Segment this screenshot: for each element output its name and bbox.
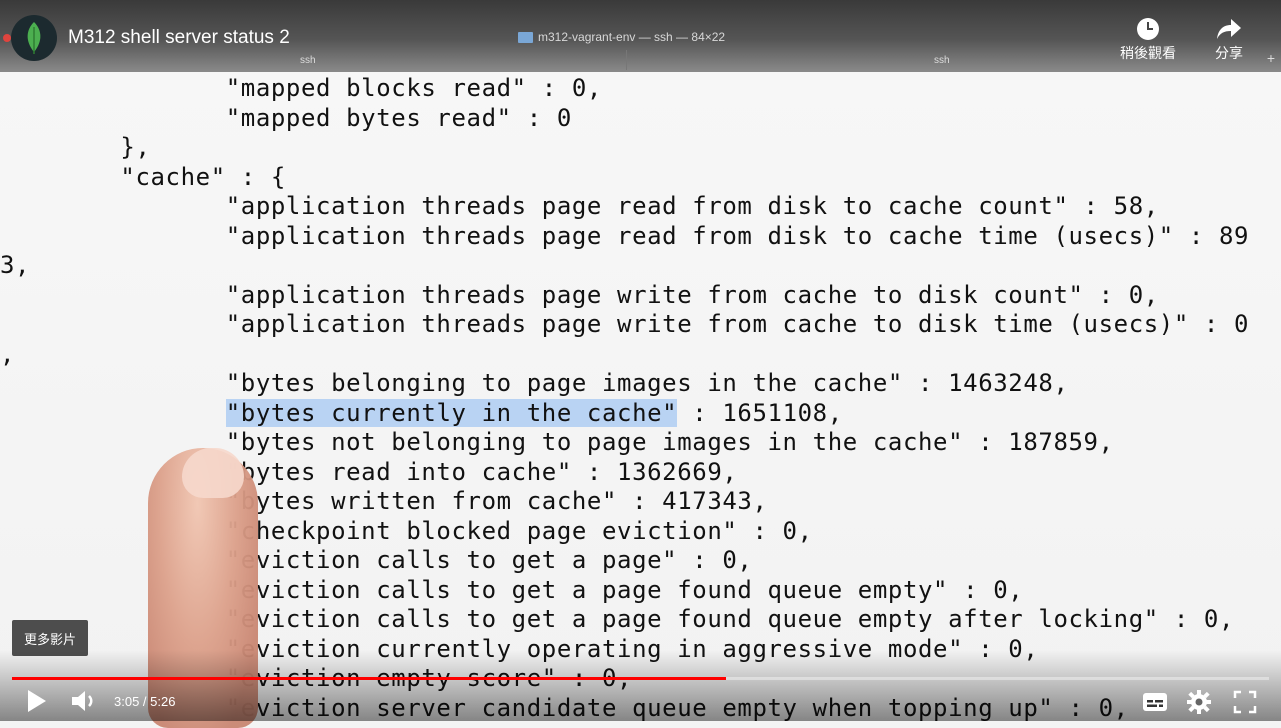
time-separator: / (139, 694, 151, 709)
terminal-line: "bytes written from cache" : 417343, (0, 487, 768, 515)
presenter-fingernail (182, 448, 244, 498)
subtitles-button[interactable] (1142, 692, 1168, 717)
controls-gradient (0, 650, 1281, 721)
volume-icon (72, 691, 93, 711)
tab-ssh-1[interactable]: ssh (300, 55, 316, 66)
terminal-line: "application threads page write from cac… (0, 280, 1159, 309)
leaf-logo-icon (27, 22, 41, 54)
gear-icon (1187, 690, 1211, 714)
tab-divider (626, 50, 627, 70)
terminal-line: "bytes read into cache" : 1362669, (0, 457, 738, 486)
terminal-line: "bytes currently in the cache" : 1651108… (225, 398, 843, 427)
terminal-line: "mapped bytes read" : 0 (0, 103, 572, 132)
time-display: 3:05 / 5:26 (114, 694, 175, 709)
share-arrow-icon (1206, 15, 1252, 43)
volume-button[interactable] (70, 688, 98, 719)
subtitles-icon (1143, 693, 1167, 711)
terminal-window-title-text: m312-vagrant-env — ssh — 84×22 (538, 30, 726, 44)
progress-bar[interactable] (12, 677, 1269, 680)
window-close-dot[interactable] (3, 34, 11, 42)
channel-avatar[interactable] (11, 15, 57, 61)
terminal-line: "bytes not belonging to page images in t… (0, 428, 1114, 456)
fullscreen-icon (1233, 690, 1257, 714)
play-button[interactable] (26, 688, 48, 719)
share-label: 分享 (1215, 45, 1243, 61)
terminal-line: "application threads page read from disk… (0, 221, 1250, 250)
terminal-line: "bytes belonging to page images in the c… (0, 369, 1069, 397)
watch-later-label: 稍後觀看 (1120, 45, 1176, 61)
terminal-line: , (0, 339, 16, 368)
selected-text: "bytes currently in the cache" (225, 398, 678, 427)
more-videos-button[interactable]: 更多影片 (12, 620, 88, 656)
watch-later-button[interactable]: 稍後觀看 (1116, 15, 1180, 63)
fullscreen-button[interactable] (1233, 690, 1257, 719)
terminal-line: "eviction calls to get a page" : 0, (0, 546, 753, 574)
play-icon (28, 690, 46, 712)
terminal-window-title: m312-vagrant-env — ssh — 84×22 (518, 30, 725, 44)
time-total: 5:26 (150, 694, 176, 709)
terminal-line: "application threads page write from cac… (0, 310, 1250, 338)
new-tab-plus-icon[interactable]: + (1267, 50, 1275, 66)
terminal-line: "checkpoint blocked page eviction" : 0, (0, 516, 813, 545)
terminal-line: "mapped blocks read" : 0, (0, 74, 602, 102)
video-title[interactable]: M312 shell server status 2 (68, 27, 290, 49)
progress-bar-played (12, 677, 726, 680)
terminal-line: "cache" : { (0, 162, 286, 191)
folder-icon (518, 31, 533, 43)
time-current: 3:05 (114, 694, 140, 709)
tab-ssh-2[interactable]: ssh (934, 55, 950, 66)
share-button[interactable]: 分享 (1206, 15, 1252, 63)
settings-button[interactable] (1187, 690, 1211, 719)
terminal-line: "application threads page read from disk… (0, 192, 1159, 220)
terminal-line: }, (0, 133, 151, 161)
player-top-bar: M312 shell server status 2 m312-vagrant-… (0, 0, 1281, 72)
terminal-line: 3, (0, 251, 31, 279)
clock-icon (1116, 15, 1180, 43)
